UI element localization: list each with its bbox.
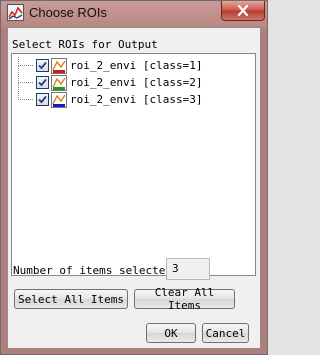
selected-count-label: Number of items selected: xyxy=(13,264,179,277)
tree-connector xyxy=(18,57,33,66)
roi-checkbox[interactable] xyxy=(36,59,49,72)
choose-rois-dialog: Choose ROIs Select ROIs for Output roi_2… xyxy=(0,0,268,355)
title-bar[interactable]: Choose ROIs xyxy=(1,1,267,25)
roi-label: roi_2_envi [class=3] xyxy=(70,93,203,106)
close-button[interactable] xyxy=(221,1,265,21)
list-heading: Select ROIs for Output xyxy=(12,38,158,51)
clear-all-button[interactable]: Clear All Items xyxy=(134,286,235,312)
window-title: Choose ROIs xyxy=(29,5,108,20)
roi-polygon-icon xyxy=(51,75,67,91)
idl-app-icon xyxy=(7,4,24,21)
roi-checkbox[interactable] xyxy=(36,93,49,106)
roi-label: roi_2_envi [class=1] xyxy=(70,59,203,72)
roi-tree-list[interactable]: roi_2_envi [class=1] roi_2_envi [class=2… xyxy=(11,53,256,276)
select-all-button[interactable]: Select All Items xyxy=(14,289,128,309)
ok-button[interactable]: OK xyxy=(146,323,196,343)
list-item[interactable]: roi_2_envi [class=1] xyxy=(12,57,252,74)
cancel-button[interactable]: Cancel xyxy=(202,323,249,343)
list-item[interactable]: roi_2_envi [class=3] xyxy=(12,83,252,108)
close-icon xyxy=(237,1,249,20)
roi-label: roi_2_envi [class=2] xyxy=(70,76,203,89)
tree-connector xyxy=(18,66,33,83)
selected-count-field: 3 xyxy=(166,258,210,280)
roi-checkbox[interactable] xyxy=(36,76,49,89)
roi-polygon-icon xyxy=(51,58,67,74)
tree-connector xyxy=(18,83,33,100)
list-item[interactable]: roi_2_envi [class=2] xyxy=(12,66,252,91)
dialog-body: Select ROIs for Output roi_2_envi [class… xyxy=(7,27,261,349)
roi-polygon-icon xyxy=(51,92,67,108)
